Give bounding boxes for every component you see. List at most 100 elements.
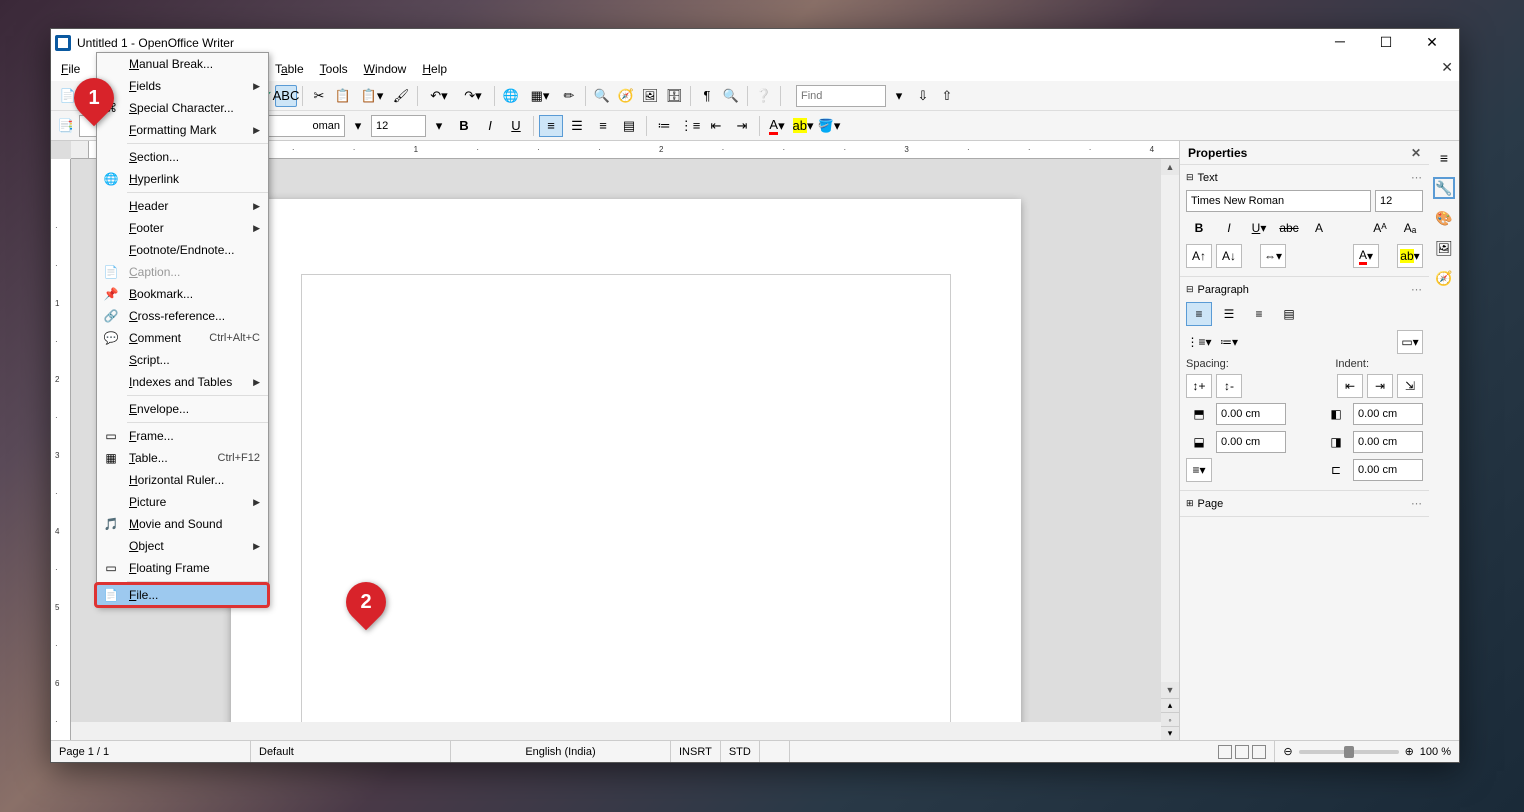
hyperlink-button[interactable]: 🌐 [500,85,522,107]
menu-item-indexes-and-tables[interactable]: Indexes and Tables▶ [97,371,268,393]
sb-ind-hang[interactable]: ⇲ [1397,374,1423,398]
sb-strike[interactable]: abc [1276,216,1302,240]
sb-ind-inc[interactable]: ⇥ [1367,374,1393,398]
page[interactable] [231,199,1021,740]
sb-numbers[interactable]: ≔▾ [1216,330,1242,354]
minimize-button[interactable]: ─ [1317,29,1363,57]
maximize-button[interactable]: ☐ [1363,29,1409,57]
autospell-button[interactable]: ABC [275,85,297,107]
sidebar-font-select[interactable] [1186,190,1371,212]
sb-align-left[interactable]: ≡ [1186,302,1212,326]
align-justify-button[interactable]: ▤ [617,115,641,137]
help-button[interactable]: ❔ [753,85,775,107]
find-prev-button[interactable]: ⇧ [936,85,958,107]
menu-item-object[interactable]: Object▶ [97,535,268,557]
menu-item-floating-frame[interactable]: ▭Floating Frame [97,557,268,579]
text-panel-more[interactable]: ⋯ [1411,171,1423,184]
indent-dec-button[interactable]: ⇤ [704,115,728,137]
ind-left-input[interactable] [1353,403,1423,425]
bullet-list-button[interactable]: ⋮≡ [678,115,702,137]
status-sel[interactable]: STD [721,741,760,762]
menu-item-frame-[interactable]: ▭Frame... [97,425,268,447]
prev-page-button[interactable]: ▴ [1161,698,1179,712]
sb-sub[interactable]: Aₐ [1397,216,1423,240]
menu-item-hyperlink[interactable]: 🌐Hyperlink [97,168,268,190]
menu-window[interactable]: Window [356,60,415,78]
menu-tools[interactable]: Tools [312,60,356,78]
sb-spacing[interactable]: ⇔▾ [1260,244,1286,268]
datasources-button[interactable]: 🗄 [663,85,685,107]
page-panel-more[interactable]: ⋯ [1411,497,1423,510]
tabstrip-navigator[interactable]: 🧭 [1433,267,1455,289]
tabstrip-gallery[interactable]: 🖼 [1433,237,1455,259]
find-input[interactable] [796,85,886,107]
sb-bullets[interactable]: ⋮≡▾ [1186,330,1212,354]
sb-bold[interactable]: B [1186,216,1212,240]
menu-item-header[interactable]: Header▶ [97,195,268,217]
zoom-value[interactable]: 100 % [1420,746,1451,758]
scroll-down-button[interactable]: ▼ [1161,682,1179,698]
zoom-in-button[interactable]: ⊕ [1405,745,1414,758]
zoom-button[interactable]: 🔍 [720,85,742,107]
tabstrip-styles[interactable]: 🎨 [1433,207,1455,229]
horizontal-scrollbar[interactable] [71,722,1161,740]
menu-table[interactable]: Table [267,60,312,78]
menu-item-formatting-mark[interactable]: Formatting Mark▶ [97,119,268,141]
menu-item-fields[interactable]: Fields▶ [97,75,268,97]
draw-button[interactable]: ✏ [558,85,580,107]
scroll-up-button[interactable]: ▲ [1161,159,1179,175]
bg-color-button[interactable]: 🪣▾ [817,115,841,137]
ind-first-input[interactable] [1353,459,1423,481]
status-lang[interactable]: English (India) [451,741,671,762]
find-next-button[interactable]: ⇩ [912,85,934,107]
highlight-button[interactable]: ab▾ [791,115,815,137]
size-select[interactable] [371,115,426,137]
nav-button[interactable]: ◦ [1161,712,1179,726]
bold-button[interactable]: B [452,115,476,137]
find-replace-button[interactable]: 🔍 [591,85,613,107]
vertical-ruler[interactable]: ··1·2·3·4·5·6·7·8·9·10 [51,159,71,740]
nonprint-button[interactable]: ¶ [696,85,718,107]
table-button[interactable]: ▦▾ [524,85,556,107]
sb-shadow[interactable]: A [1306,216,1332,240]
menu-item-cross-reference-[interactable]: 🔗Cross-reference... [97,305,268,327]
format-paint-button[interactable]: 🖌 [390,85,412,107]
sb-italic[interactable]: I [1216,216,1242,240]
status-layout[interactable] [1210,741,1275,762]
tabstrip-menu[interactable]: ≡ [1433,147,1455,169]
sb-sp-inc[interactable]: ↕+ [1186,374,1212,398]
sb-shrink[interactable]: A↓ [1216,244,1242,268]
sidebar-size-select[interactable] [1375,190,1423,212]
find-dropdown[interactable]: ▾ [888,85,910,107]
sb-grow[interactable]: A↑ [1186,244,1212,268]
sidebar-close-button[interactable]: ✕ [1411,146,1421,160]
align-left-button[interactable]: ≡ [539,115,563,137]
tabstrip-properties[interactable]: 🔧 [1433,177,1455,199]
para-panel-more[interactable]: ⋯ [1411,283,1423,296]
menu-item-comment[interactable]: 💬CommentCtrl+Alt+C [97,327,268,349]
menu-file[interactable]: File [53,60,88,78]
menu-item-envelope-[interactable]: Envelope... [97,398,268,420]
menu-item-horizontal-ruler-[interactable]: Horizontal Ruler... [97,469,268,491]
sb-fontcolor[interactable]: A▾ [1353,244,1379,268]
status-style[interactable]: Default [251,741,451,762]
sp-below-input[interactable] [1216,431,1286,453]
line-spacing-button[interactable]: ≡▾ [1186,458,1212,482]
sb-sp-dec[interactable]: ↕- [1216,374,1242,398]
sb-underline[interactable]: U▾ [1246,216,1272,240]
menu-item-movie-and-sound[interactable]: 🎵Movie and Sound [97,513,268,535]
gallery-button[interactable]: 🖼 [639,85,661,107]
copy-button[interactable]: 📋 [332,85,354,107]
menu-item-manual-break-[interactable]: Manual Break... [97,53,268,75]
redo-button[interactable]: ↷▾ [457,85,489,107]
sb-ind-dec[interactable]: ⇤ [1337,374,1363,398]
sb-align-right[interactable]: ≡ [1246,302,1272,326]
size-dd[interactable]: ▾ [428,115,450,137]
indent-inc-button[interactable]: ⇥ [730,115,754,137]
sb-align-center[interactable]: ☰ [1216,302,1242,326]
zoom-slider[interactable] [1299,750,1399,754]
font-dd[interactable]: ▾ [347,115,369,137]
menu-item-caption-[interactable]: 📄Caption... [97,261,268,283]
cut-button[interactable]: ✂ [308,85,330,107]
next-page-button[interactable]: ▾ [1161,726,1179,740]
